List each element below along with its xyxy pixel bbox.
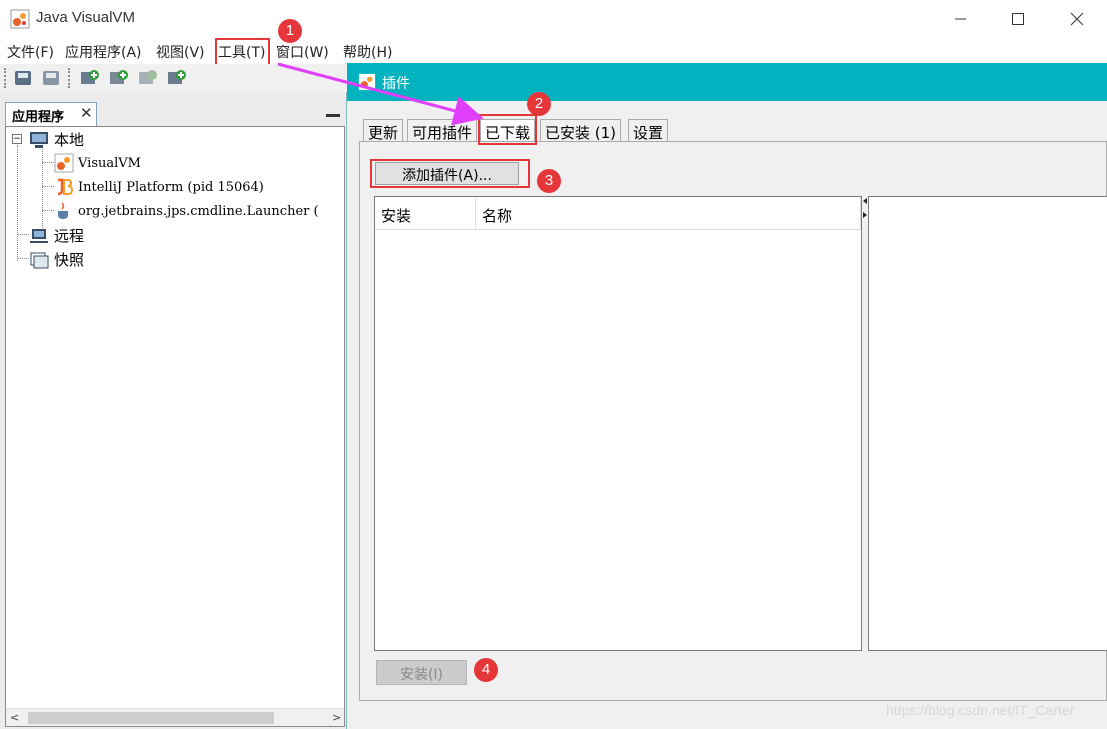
java-cup-icon — [58, 202, 68, 219]
tree-label-remote: 远程 — [54, 227, 85, 245]
visualvm-icon — [54, 153, 74, 173]
minimize-panel-icon[interactable] — [326, 114, 340, 117]
snapshots-icon — [30, 252, 49, 268]
tree-label-local: 本地 — [54, 131, 85, 149]
menu-help[interactable]: 帮助(H) — [343, 42, 392, 62]
compare-icon[interactable] — [165, 67, 187, 89]
tab-installed[interactable]: 已安装 (1) — [540, 119, 622, 143]
install-button[interactable]: 安装(I) — [376, 660, 467, 685]
tab-settings[interactable]: 设置 — [628, 119, 669, 143]
downloaded-tab-highlight — [478, 114, 537, 145]
window-title: Java VisualVM — [36, 9, 135, 26]
step-badge-3: 3 — [537, 169, 561, 193]
add-jmx-icon[interactable] — [78, 67, 100, 89]
plugins-dialog-title: 插件 — [382, 76, 410, 92]
tree-node-visualvm[interactable]: VisualVM — [54, 153, 141, 173]
tree-connector — [42, 186, 54, 187]
scroll-left-icon[interactable]: < — [10, 711, 19, 724]
tree-label-snapshots: 快照 — [54, 251, 85, 269]
tree-node-launcher[interactable]: org.jetbrains.jps.cmdline.Launcher ( — [54, 201, 319, 221]
tree-label-intellij: IntelliJ Platform (pid 15064) — [78, 179, 264, 195]
menu-file[interactable]: 文件(F) — [7, 42, 54, 62]
intellij-icon — [57, 178, 74, 196]
toolbar-separator — [68, 68, 70, 88]
tree-node-local[interactable]: 本地 — [28, 129, 84, 150]
menu-bar: 文件(F) 应用程序(A) 视图(V) 工具(T) 窗口(W) 帮助(H) — [0, 38, 1107, 64]
downloaded-plugins-table: 安装 名称 — [374, 196, 862, 651]
applications-tree: − 本地 VisualVM IntelliJ Platform (pid 150… — [5, 126, 345, 727]
open-icon[interactable] — [12, 67, 34, 89]
menu-applications[interactable]: 应用程序(A) — [65, 42, 142, 62]
plugin-details-panel — [868, 196, 1107, 651]
step-badge-4: 4 — [474, 658, 498, 682]
tree-node-snapshots[interactable]: 快照 — [28, 249, 84, 270]
main-toolbar — [0, 64, 350, 92]
applications-tab[interactable]: 应用程序 ✕ — [5, 102, 97, 126]
horizontal-scrollbar[interactable]: < > — [6, 708, 344, 726]
step-badge-2: 2 — [527, 92, 551, 116]
tree-label-visualvm: VisualVM — [78, 155, 141, 171]
tree-connector — [42, 210, 54, 211]
menu-window[interactable]: 窗口(W) — [276, 42, 329, 62]
applications-panel: 应用程序 ✕ − 本地 VisualVM IntelliJ Platform (… — [0, 92, 347, 729]
tab-updates[interactable]: 更新 — [363, 119, 404, 143]
computer-icon — [30, 131, 48, 148]
tree-node-intellij[interactable]: IntelliJ Platform (pid 15064) — [54, 177, 264, 197]
tree-connector — [42, 147, 43, 234]
add-plugins-highlight — [370, 159, 530, 188]
close-icon[interactable]: ✕ — [80, 104, 93, 122]
visualvm-app-icon — [10, 9, 30, 29]
plugins-dialog-titlebar: 插件 — [347, 63, 1107, 101]
maximize-button[interactable] — [995, 4, 1041, 34]
scroll-thumb[interactable] — [28, 712, 274, 724]
tree-label-launcher: org.jetbrains.jps.cmdline.Launcher ( — [78, 203, 319, 219]
snapshot-icon[interactable] — [136, 67, 158, 89]
plugins-icon — [358, 73, 376, 91]
scroll-right-icon[interactable]: > — [332, 711, 341, 724]
close-button[interactable] — [1054, 4, 1100, 34]
tree-connector — [17, 145, 18, 261]
tree-connector — [42, 162, 54, 163]
tree-node-remote[interactable]: 远程 — [28, 225, 84, 246]
window-titlebar: Java VisualVM — [0, 0, 1107, 38]
watermark: https://blog.csdn.net/IT_Carter — [886, 702, 1075, 718]
menu-view[interactable]: 视图(V) — [156, 42, 205, 62]
add-heap-dump-icon[interactable] — [107, 67, 129, 89]
step-badge-1: 1 — [278, 19, 302, 43]
column-header-name[interactable]: 名称 — [476, 197, 861, 230]
collapse-local-icon[interactable]: − — [12, 134, 22, 144]
tools-menu-highlight — [215, 38, 270, 66]
applications-tab-label: 应用程序 — [12, 110, 65, 125]
column-header-install[interactable]: 安装 — [375, 197, 476, 230]
minimize-button[interactable] — [938, 4, 984, 34]
toolbar-grip[interactable] — [4, 68, 6, 88]
save-icon[interactable] — [40, 67, 62, 89]
tab-available-plugins[interactable]: 可用插件 — [407, 119, 478, 143]
remote-host-icon — [30, 228, 48, 243]
